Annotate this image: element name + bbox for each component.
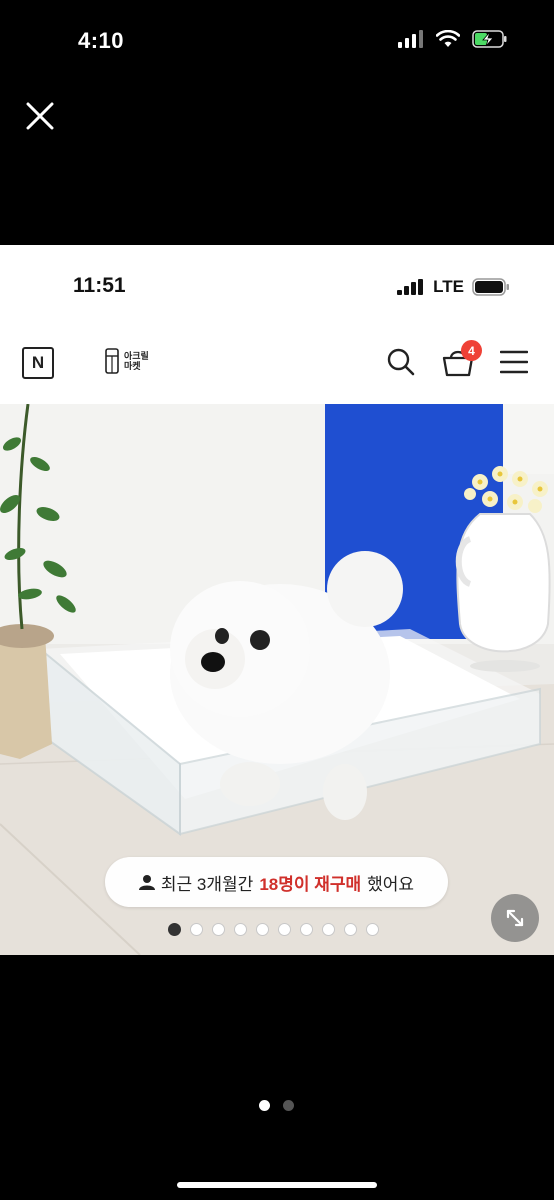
home-indicator[interactable] bbox=[177, 1182, 377, 1188]
brand-name: 아크릴 마켓 bbox=[124, 351, 149, 371]
carousel-dot[interactable] bbox=[256, 923, 269, 936]
wifi-icon bbox=[436, 30, 460, 47]
brand-logo[interactable]: 아크릴 마켓 bbox=[104, 347, 149, 375]
inner-status-bar: 11:51 LTE bbox=[0, 245, 554, 325]
carousel-dot[interactable] bbox=[212, 923, 225, 936]
repurchase-banner: 최근 3개월간 18명이 재구매 했어요 bbox=[105, 857, 448, 907]
carousel-indicator bbox=[168, 923, 379, 936]
banner-suffix: 했어요 bbox=[367, 874, 415, 894]
carousel-dot[interactable] bbox=[366, 923, 379, 936]
product-image[interactable]: 최근 3개월간 18명이 재구매 했어요 bbox=[0, 404, 554, 955]
menu-button[interactable] bbox=[499, 349, 529, 375]
inner-clock: 11:51 bbox=[73, 274, 126, 297]
expand-icon bbox=[506, 909, 524, 927]
naver-logo[interactable]: N bbox=[22, 347, 54, 379]
carousel-dot[interactable] bbox=[190, 923, 203, 936]
signal-icon bbox=[398, 30, 423, 48]
outer-clock: 4:10 bbox=[78, 28, 125, 53]
battery-charging-icon bbox=[472, 30, 507, 48]
search-icon bbox=[387, 348, 415, 376]
page-dot[interactable] bbox=[259, 1100, 270, 1111]
cart-count-badge: 4 bbox=[461, 340, 482, 361]
expand-button[interactable] bbox=[491, 894, 539, 942]
carousel-dot[interactable] bbox=[234, 923, 247, 936]
carousel-dot[interactable] bbox=[344, 923, 357, 936]
carousel-dot[interactable] bbox=[278, 923, 291, 936]
network-label: LTE bbox=[433, 277, 464, 296]
close-button[interactable] bbox=[24, 100, 56, 132]
search-button[interactable] bbox=[386, 347, 416, 377]
page-indicator bbox=[259, 1100, 294, 1111]
inner-status-icons: LTE bbox=[397, 277, 510, 297]
close-icon bbox=[26, 102, 54, 130]
signal-icon bbox=[397, 279, 424, 295]
carousel-dot[interactable] bbox=[300, 923, 313, 936]
battery-icon bbox=[472, 278, 509, 296]
banner-prefix: 최근 3개월간 bbox=[160, 874, 254, 894]
store-header: N 아크릴 마켓 4 bbox=[0, 340, 554, 392]
carousel-dot[interactable] bbox=[168, 923, 181, 936]
brand-mark-icon bbox=[105, 348, 119, 374]
carousel-dot[interactable] bbox=[322, 923, 335, 936]
person-icon bbox=[138, 875, 155, 890]
page-dot[interactable] bbox=[283, 1100, 294, 1111]
outer-status-icons bbox=[398, 30, 508, 48]
hamburger-icon bbox=[499, 350, 529, 374]
screenshot-viewer[interactable]: 11:51 LTE N 아크릴 마켓 4 최근 3개월간 18명이 재구매 했어… bbox=[0, 245, 554, 955]
banner-highlight: 18명이 재구매 bbox=[259, 874, 362, 894]
outer-status-bar: 4:10 bbox=[0, 0, 554, 90]
